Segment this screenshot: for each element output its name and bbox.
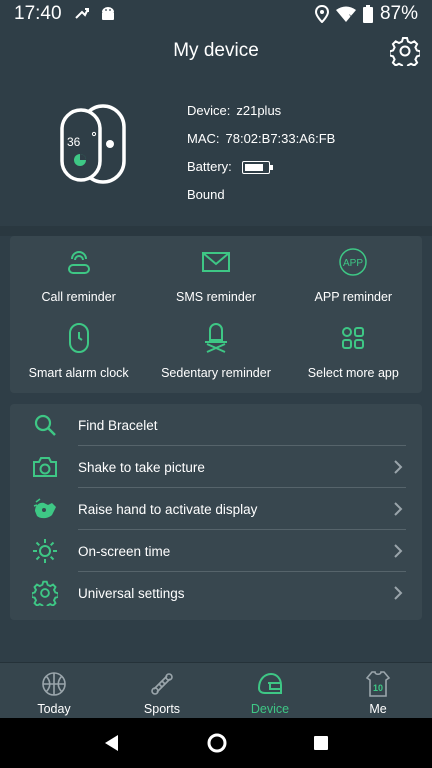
chevron-right-icon (394, 544, 403, 558)
chevron-right-icon (394, 502, 403, 516)
settings-label: On-screen time (78, 543, 171, 559)
reminders-card: Call reminder SMS reminder APP APP remin… (10, 236, 422, 393)
page-title: My device (173, 40, 259, 61)
nav-label: Device (250, 702, 290, 716)
status-bar: 17:40 x 87% (0, 0, 432, 28)
reminder-label: Smart alarm clock (28, 366, 129, 380)
android-icon (101, 7, 114, 20)
bottom-nav: Today Sports Device 10 Me (0, 662, 432, 718)
reminder-label: Call reminder (41, 290, 116, 304)
nav-today[interactable]: Today (0, 663, 108, 718)
chevron-right-icon (394, 586, 403, 600)
watch-icon (68, 323, 89, 353)
basketball-icon (42, 672, 66, 696)
settings-label: Universal settings (78, 585, 185, 601)
jersey-number: 10 (373, 683, 383, 693)
smart-alarm-clock[interactable]: Smart alarm clock (10, 316, 147, 392)
device-card: 36 Device: z21plus MAC: 78:02:B7:33:A6:F… (0, 80, 432, 226)
on-screen-time-row[interactable]: On-screen time (10, 530, 422, 572)
gear-icon[interactable] (390, 36, 420, 66)
gear-icon (32, 580, 58, 606)
nav-label: Me (369, 702, 387, 716)
raise-hand-icon (33, 498, 56, 519)
back-icon[interactable] (102, 733, 122, 753)
search-icon (34, 414, 56, 436)
shake-to-take-picture-row[interactable]: Shake to take picture (10, 446, 422, 488)
bound-status: Bound (187, 187, 225, 202)
device-battery-icon (241, 160, 273, 174)
app-icon-text: APP (343, 258, 363, 269)
recents-icon[interactable] (312, 734, 330, 752)
reminder-label: Select more app (307, 366, 399, 380)
status-time: 17:40 (14, 3, 62, 24)
sedentary-reminder[interactable]: Sedentary reminder (147, 316, 284, 392)
settings-label: Find Bracelet (78, 417, 158, 433)
location-icon (314, 5, 329, 23)
nav-sports[interactable]: Sports (108, 663, 216, 718)
home-icon[interactable] (206, 732, 228, 754)
device-label: Device: (187, 103, 231, 118)
nav-label: Today (37, 702, 71, 716)
reminder-label: SMS reminder (176, 290, 256, 304)
battery-label: Battery: (187, 159, 232, 174)
settings-label: Raise hand to activate display (78, 501, 258, 517)
mac-address: 78:02:B7:33:A6:FB (225, 131, 336, 146)
sedentary-icon (204, 323, 227, 353)
envelope-icon (201, 252, 230, 272)
find-bracelet-row[interactable]: Find Bracelet (10, 404, 422, 446)
call-reminder[interactable]: Call reminder (10, 240, 147, 316)
section-divider (0, 226, 432, 236)
nav-device[interactable]: Device (216, 663, 324, 718)
app-header: My device (0, 32, 432, 70)
nav-label: Sports (143, 702, 181, 716)
wifi-icon: x (335, 6, 356, 22)
sun-icon (33, 539, 57, 563)
missed-call-icon (74, 8, 89, 19)
select-more-app[interactable]: Select more app (285, 316, 422, 392)
raise-hand-row[interactable]: Raise hand to activate display (10, 488, 422, 530)
device-name: z21plus (236, 103, 282, 118)
mac-label: MAC: (187, 131, 220, 146)
smart-band-icon: 36 (60, 104, 126, 184)
battery-icon (362, 5, 373, 23)
chevron-right-icon (394, 460, 403, 474)
settings-list: Find Bracelet Shake to take picture Rais… (10, 404, 422, 620)
reminder-label: Sedentary reminder (161, 366, 271, 380)
device-info: Device: z21plus MAC: 78:02:B7:33:A6:FB B… (187, 97, 335, 209)
phone-icon (67, 251, 90, 274)
reminder-label: APP reminder (314, 290, 393, 304)
device-battery-fill (244, 163, 263, 171)
sports-icon (151, 673, 173, 695)
app-icon: APP (339, 248, 368, 276)
band-display-temp: 36 (67, 135, 81, 149)
jersey-icon: 10 (365, 671, 391, 697)
helmet-icon (257, 672, 282, 694)
universal-settings-row[interactable]: Universal settings (10, 572, 422, 614)
camera-icon (33, 457, 57, 477)
app-reminder[interactable]: APP APP reminder (285, 240, 422, 316)
system-nav-bar (0, 718, 432, 768)
battery-percent: 87% (379, 3, 418, 24)
sms-reminder[interactable]: SMS reminder (147, 240, 284, 316)
nav-me[interactable]: 10 Me (324, 663, 432, 718)
settings-label: Shake to take picture (78, 459, 205, 475)
svg-text:x: x (349, 12, 353, 21)
apps-grid-icon (342, 327, 365, 349)
